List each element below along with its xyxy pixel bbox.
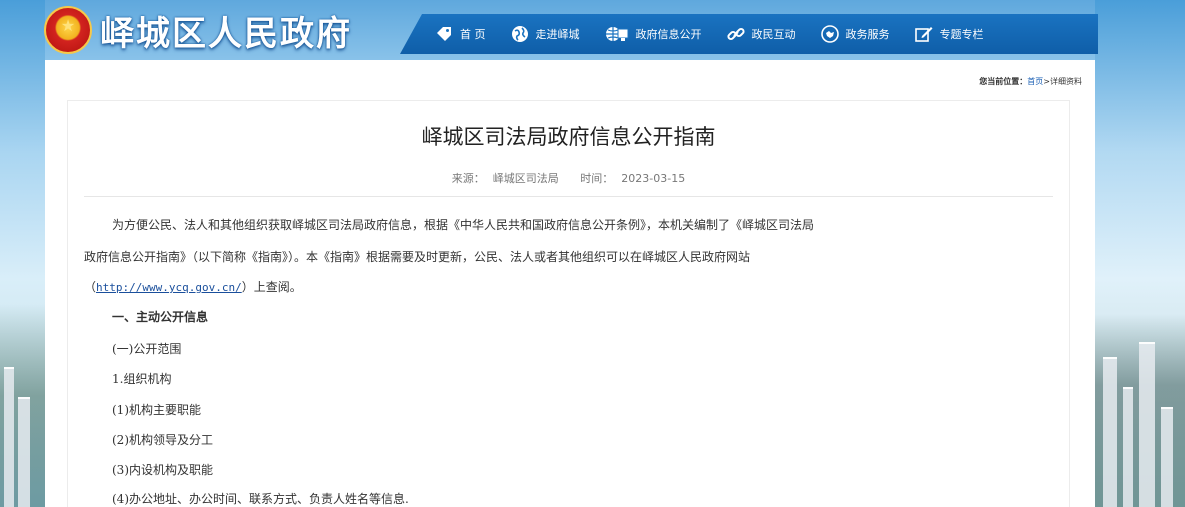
site-logo[interactable]: 峄城区人民政府 <box>44 4 352 56</box>
tag-icon <box>434 24 454 44</box>
background-building <box>18 397 30 507</box>
nav-label: 走进峄城 <box>535 28 580 41</box>
background-building <box>1139 342 1155 507</box>
article-meta: 来源： 峄城区司法局 时间： 2023-03-15 <box>68 170 1069 186</box>
background-left <box>0 0 45 507</box>
article: 峄城区司法局政府信息公开指南 来源： 峄城区司法局 时间： 2023-03-15 <box>67 100 1070 507</box>
main-nav: 首 页 走进峄城 政府信息公开 政民互动 政务服务 专题专栏 <box>400 14 1098 54</box>
title-divider <box>84 196 1053 197</box>
page-title: 峄城区司法局政府信息公开指南 <box>421 125 716 149</box>
handshake-icon <box>820 24 840 44</box>
nav-item-about[interactable]: 走进峄城 <box>510 24 580 44</box>
site-header: 峄城区人民政府 首 页 走进峄城 政府信息公开 政民互动 <box>0 0 1185 60</box>
breadcrumb-separator: > <box>1043 77 1050 86</box>
link-icon <box>726 24 746 44</box>
breadcrumb-home-link[interactable]: 首页 <box>1027 77 1043 86</box>
time-value: 2023-03-15 <box>621 172 686 185</box>
nav-item-topics[interactable]: 专题专栏 <box>914 24 984 44</box>
globe-icon <box>510 24 530 44</box>
breadcrumb-current: 详细资料 <box>1050 77 1082 86</box>
site-title: 峄城区人民政府 <box>100 13 352 54</box>
nav-item-interaction[interactable]: 政民互动 <box>726 24 796 44</box>
background-right <box>1095 0 1185 507</box>
national-emblem-icon <box>44 6 92 54</box>
source-label: 来源： <box>451 172 485 185</box>
nav-item-home[interactable]: 首 页 <box>434 24 486 44</box>
nav-item-services[interactable]: 政务服务 <box>820 24 890 44</box>
background-building <box>4 367 14 507</box>
intro-line-3-text: ）上查阅。 <box>241 280 302 294</box>
time-label: 时间： <box>580 172 614 185</box>
website-link[interactable]: http://www.ycq.gov.cn/ <box>96 281 242 294</box>
background-building <box>1161 407 1173 507</box>
source-value: 峄城区司法局 <box>492 172 559 185</box>
background-building <box>1123 387 1133 507</box>
edit-icon <box>914 24 934 44</box>
nav-label: 政府信息公开 <box>635 28 702 41</box>
nav-label: 政务服务 <box>845 28 890 41</box>
breadcrumb-prefix: 您当前位置： <box>979 77 1028 86</box>
nav-label: 专题专栏 <box>939 28 984 41</box>
intro-line-3: （http://www.ycq.gov.cn/）上查阅。 <box>84 278 302 295</box>
nav-label: 首 页 <box>460 28 486 41</box>
nav-label: 政民互动 <box>751 28 796 41</box>
nav-item-gov-info[interactable]: 政府信息公开 <box>604 24 702 44</box>
paren-open: （ <box>84 280 97 294</box>
globe-screen-icon <box>604 24 630 44</box>
breadcrumb: 您当前位置：首页>详细资料 <box>979 76 1082 87</box>
background-building <box>1103 357 1117 507</box>
